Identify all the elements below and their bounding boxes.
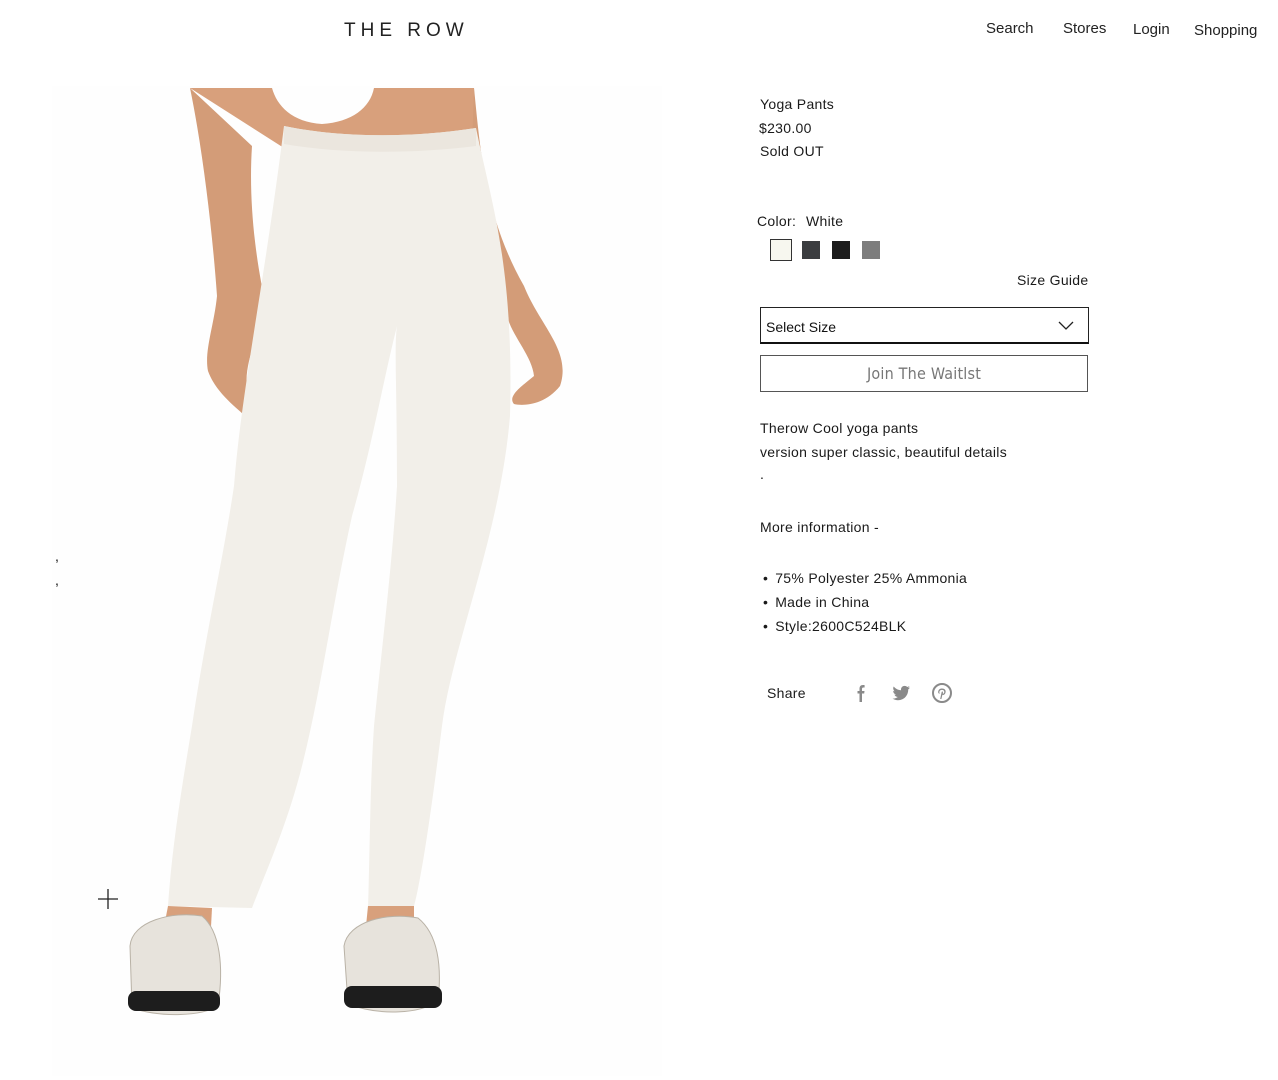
nav-stores[interactable]: Stores [1063, 20, 1106, 37]
swatch-grey[interactable] [862, 241, 880, 259]
more-information-toggle[interactable]: More information - [760, 519, 879, 535]
swatch-white[interactable] [770, 239, 792, 261]
chevron-down-icon [1058, 321, 1074, 330]
size-guide-link[interactable]: Size Guide [1017, 272, 1088, 288]
list-item: Style:2600C524BLK [762, 614, 967, 638]
description-line: . [760, 466, 765, 482]
details-list: 75% Polyester 25% Ammonia Made in China … [762, 566, 967, 638]
list-item: Made in China [762, 590, 967, 614]
zoom-plus-icon[interactable] [96, 887, 120, 911]
color-value: White [806, 213, 844, 229]
pinterest-icon[interactable] [931, 682, 953, 704]
color-label: Color: [757, 213, 797, 229]
swatch-black[interactable] [832, 241, 850, 259]
join-waitlist-button[interactable]: Join The Waitlst [760, 355, 1088, 392]
gallery-dot[interactable]: , [55, 572, 59, 588]
stock-status: Sold OUT [760, 143, 824, 159]
twitter-icon[interactable] [890, 682, 912, 704]
nav-search[interactable]: Search [986, 20, 1034, 37]
share-label: Share [767, 685, 806, 701]
swatch-charcoal[interactable] [802, 241, 820, 259]
facebook-icon[interactable] [850, 682, 872, 704]
product-price: $230.00 [759, 120, 812, 136]
size-select-label: Select Size [766, 319, 837, 335]
list-item: 75% Polyester 25% Ammonia [762, 566, 967, 590]
product-image[interactable] [52, 86, 662, 1076]
description-line: version super classic, beautiful details [760, 444, 1008, 460]
color-swatches [770, 239, 880, 261]
product-name: Yoga Pants [760, 96, 835, 112]
size-select[interactable]: Select Size [760, 307, 1089, 344]
gallery-dot[interactable]: , [55, 548, 59, 564]
description-line: Therow Cool yoga pants [760, 420, 919, 436]
nav-login[interactable]: Login [1133, 21, 1170, 38]
brand-logo[interactable]: THE ROW [344, 20, 469, 42]
nav-shopping[interactable]: Shopping [1194, 22, 1257, 39]
